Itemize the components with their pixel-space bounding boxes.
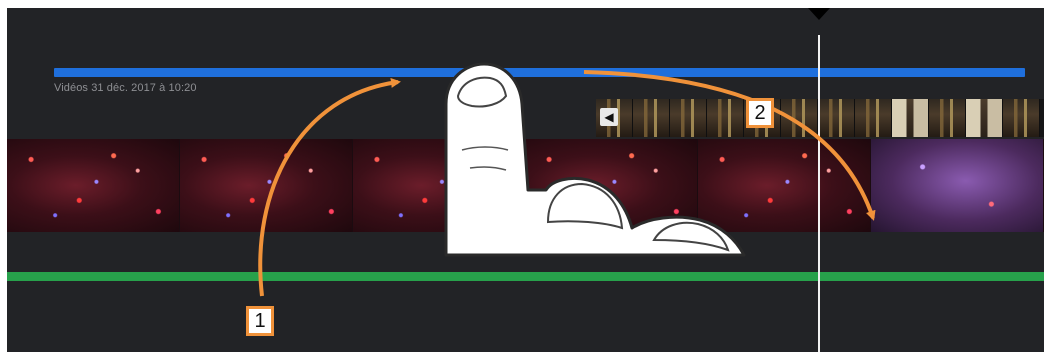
arrow-2 <box>583 70 876 221</box>
instruction-overlay <box>258 62 876 297</box>
step-1-label: 1 <box>246 306 274 336</box>
arrow-1 <box>258 77 401 297</box>
step-2-label: 2 <box>746 98 774 128</box>
tap-finger-icon <box>444 62 746 257</box>
